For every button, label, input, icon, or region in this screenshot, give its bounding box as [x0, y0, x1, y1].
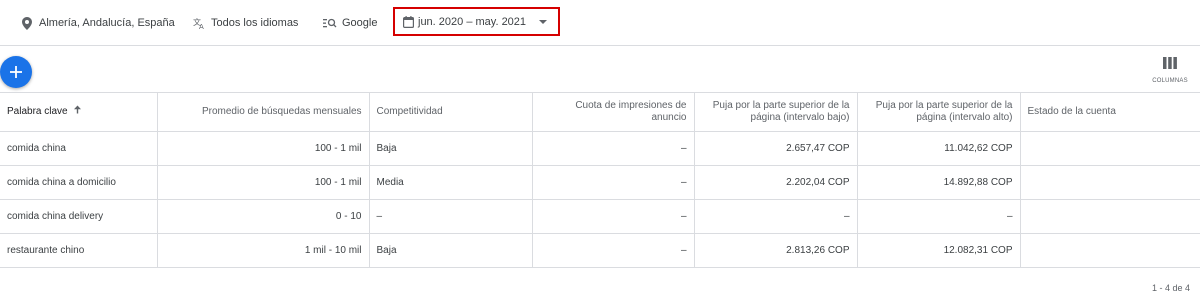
cell-bid-high: 11.042,62 COP	[857, 131, 1021, 166]
header-account-status[interactable]: Estado de la cuenta	[1020, 92, 1200, 132]
cell-competition: Media	[369, 165, 533, 200]
cell-impression-share: –	[532, 199, 695, 234]
header-keyword-label: Palabra clave	[7, 106, 68, 118]
network-filter[interactable]: Google	[323, 0, 377, 46]
filter-bar: Almería, Andalucía, España 文A Todos los …	[0, 0, 1200, 46]
cell-keyword: restaurante chino	[0, 233, 158, 268]
location-pin-icon	[20, 16, 34, 30]
header-impression-share[interactable]: Cuota de impresiones de anuncio	[532, 92, 695, 132]
cell-competition: Baja	[369, 131, 533, 166]
translate-icon: 文A	[192, 16, 206, 30]
network-label: Google	[342, 17, 378, 29]
header-bid-high[interactable]: Puja por la parte superior de la página …	[857, 92, 1021, 132]
dropdown-arrow-icon	[539, 20, 547, 24]
cell-avg-searches: 1 mil - 10 mil	[157, 233, 370, 268]
date-range-filter[interactable]: jun. 2020 – may. 2021	[393, 7, 560, 36]
language-label: Todos los idiomas	[211, 17, 299, 29]
table-row[interactable]: comida china 100 - 1 mil Baja – 2.657,47…	[0, 131, 1200, 166]
cell-bid-low: 2.813,26 COP	[694, 233, 858, 268]
date-range-label: jun. 2020 – may. 2021	[418, 15, 527, 28]
header-keyword[interactable]: Palabra clave	[0, 92, 158, 132]
cell-account-status	[1020, 131, 1200, 166]
cell-bid-high: 14.892,88 COP	[857, 165, 1021, 200]
cell-competition: –	[369, 199, 533, 234]
cell-bid-low: 2.202,04 COP	[694, 165, 858, 200]
sort-ascending-icon[interactable]	[73, 105, 82, 118]
pagination-info: 1 - 4 de 4	[1151, 283, 1190, 293]
columns-icon	[1163, 57, 1177, 69]
table-row[interactable]: comida china delivery 0 - 10 – – – –	[0, 199, 1200, 234]
cell-keyword: comida china	[0, 131, 158, 166]
svg-text:A: A	[199, 23, 204, 29]
cell-impression-share: –	[532, 233, 695, 268]
add-keyword-button[interactable]	[0, 56, 32, 88]
table-row[interactable]: restaurante chino 1 mil - 10 mil Baja – …	[0, 233, 1200, 268]
keyword-table: Palabra clave Promedio de búsquedas mens…	[0, 92, 1200, 268]
calendar-icon	[403, 15, 414, 28]
header-competition[interactable]: Competitividad	[369, 92, 533, 132]
table-row[interactable]: comida china a domicilio 100 - 1 mil Med…	[0, 165, 1200, 200]
cell-competition: Baja	[369, 233, 533, 268]
cell-impression-share: –	[532, 165, 695, 200]
cell-bid-low: –	[694, 199, 858, 234]
search-network-icon	[323, 16, 337, 30]
cell-account-status	[1020, 165, 1200, 200]
cell-keyword: comida china a domicilio	[0, 165, 158, 200]
location-filter[interactable]: Almería, Andalucía, España	[20, 0, 175, 46]
cell-account-status	[1020, 233, 1200, 268]
cell-impression-share: –	[532, 131, 695, 166]
cell-bid-low: 2.657,47 COP	[694, 131, 858, 166]
location-label: Almería, Andalucía, España	[39, 17, 175, 29]
columns-button[interactable]: COLUMNAS	[1150, 56, 1190, 84]
cell-keyword: comida china delivery	[0, 199, 158, 234]
cell-avg-searches: 100 - 1 mil	[157, 131, 370, 166]
columns-label: COLUMNAS	[1152, 78, 1188, 84]
cell-bid-high: 12.082,31 COP	[857, 233, 1021, 268]
header-bid-low[interactable]: Puja por la parte superior de la página …	[694, 92, 858, 132]
language-filter[interactable]: 文A Todos los idiomas	[192, 0, 299, 46]
plus-icon	[10, 66, 22, 78]
cell-account-status	[1020, 199, 1200, 234]
cell-avg-searches: 0 - 10	[157, 199, 370, 234]
header-avg-searches[interactable]: Promedio de búsquedas mensuales	[157, 92, 370, 132]
table-header-row: Palabra clave Promedio de búsquedas mens…	[0, 92, 1200, 132]
cell-avg-searches: 100 - 1 mil	[157, 165, 370, 200]
cell-bid-high: –	[857, 199, 1021, 234]
